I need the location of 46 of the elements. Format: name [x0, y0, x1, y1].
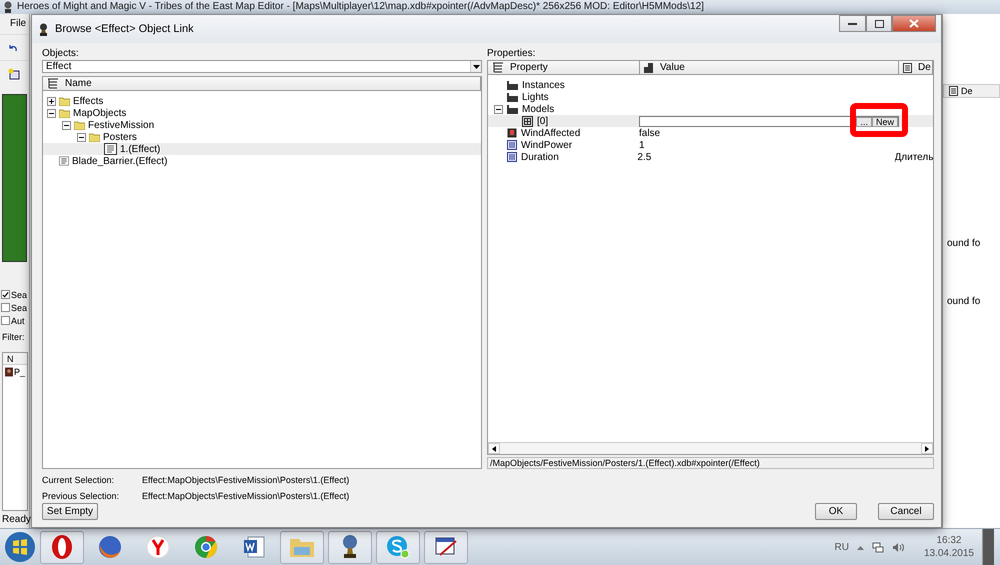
checkbox-label: Sea [11, 302, 28, 312]
path-field: /MapObjects/FestiveMission/Posters/1.(Effect).xdb#xpointer(/Effect) [487, 457, 934, 469]
previous-selection-value: Effect:MapObjects\FestiveMission\Posters\1.(Effect) [142, 491, 350, 501]
list-item[interactable]: P_ [14, 367, 25, 377]
clock-time: 16:32 [936, 535, 962, 546]
window-title: Browse <Effect> Object Link [55, 23, 194, 35]
cancel-button[interactable]: Cancel [878, 503, 934, 520]
column-header[interactable]: Value [640, 61, 899, 74]
checkbox-label: Aut [11, 316, 25, 326]
tree-item[interactable]: MapObjects [43, 107, 481, 119]
browse-button[interactable]: ... [856, 116, 872, 126]
type-dropdown[interactable]: Effect [42, 60, 482, 73]
property-row[interactable]: Duration 2.5 Длитель [488, 151, 933, 163]
property-row[interactable]: Models [488, 103, 933, 115]
tree-item[interactable]: Effects [43, 95, 481, 107]
app-title-bar: Heroes of Might and Magic V - Tribes of the East Map Editor - [Maps\Multiplayer\12\map.xdb#xpointer(/AdvMapDesc)* 256x256 MOD: Editor\H5MMods\12] [0, 0, 1000, 14]
tree-item[interactable]: FestiveMission [43, 119, 481, 131]
value-field[interactable]: ... New [639, 116, 899, 126]
property-row[interactable]: WindAffected false [488, 127, 933, 139]
previous-selection-label: Previous Selection: [42, 491, 120, 501]
column-header[interactable]: De [961, 86, 973, 96]
property-row[interactable]: Lights [488, 91, 933, 103]
checkbox-label: Sea [11, 290, 28, 300]
tree-item[interactable]: 1.(Effect) [43, 143, 481, 155]
property-row[interactable]: Instances [488, 79, 933, 91]
property-row[interactable]: [0] ... New [488, 115, 933, 127]
set-empty-button[interactable]: Set Empty [42, 503, 98, 520]
tree-item[interactable]: Posters [43, 131, 481, 143]
language-indicator[interactable]: RU [834, 542, 849, 552]
column-header[interactable]: Name [43, 77, 481, 90]
new-button[interactable]: New [872, 116, 898, 126]
table-cell-text: ound fo [947, 238, 982, 249]
filter-label: Filter: [1, 331, 26, 342]
menu-item[interactable]: File [0, 14, 29, 34]
ok-button[interactable]: OK [815, 503, 857, 520]
current-selection-value: Effect:MapObjects\FestiveMission\Posters\1.(Effect) [142, 475, 350, 485]
column-header[interactable]: De [899, 61, 933, 74]
objects-label: Objects: [42, 48, 80, 60]
table-cell-text: ound fo [947, 296, 982, 307]
properties-label: Properties: [487, 48, 536, 60]
property-row[interactable]: WindPower 1 [488, 139, 933, 151]
current-selection-label: Current Selection: [42, 475, 116, 485]
column-header[interactable]: Property [488, 61, 640, 74]
tree-item[interactable]: Blade_Barrier.(Effect) [43, 155, 481, 167]
clock-date: 13.04.2015 [924, 548, 974, 559]
status-text: Ready [1, 513, 29, 527]
